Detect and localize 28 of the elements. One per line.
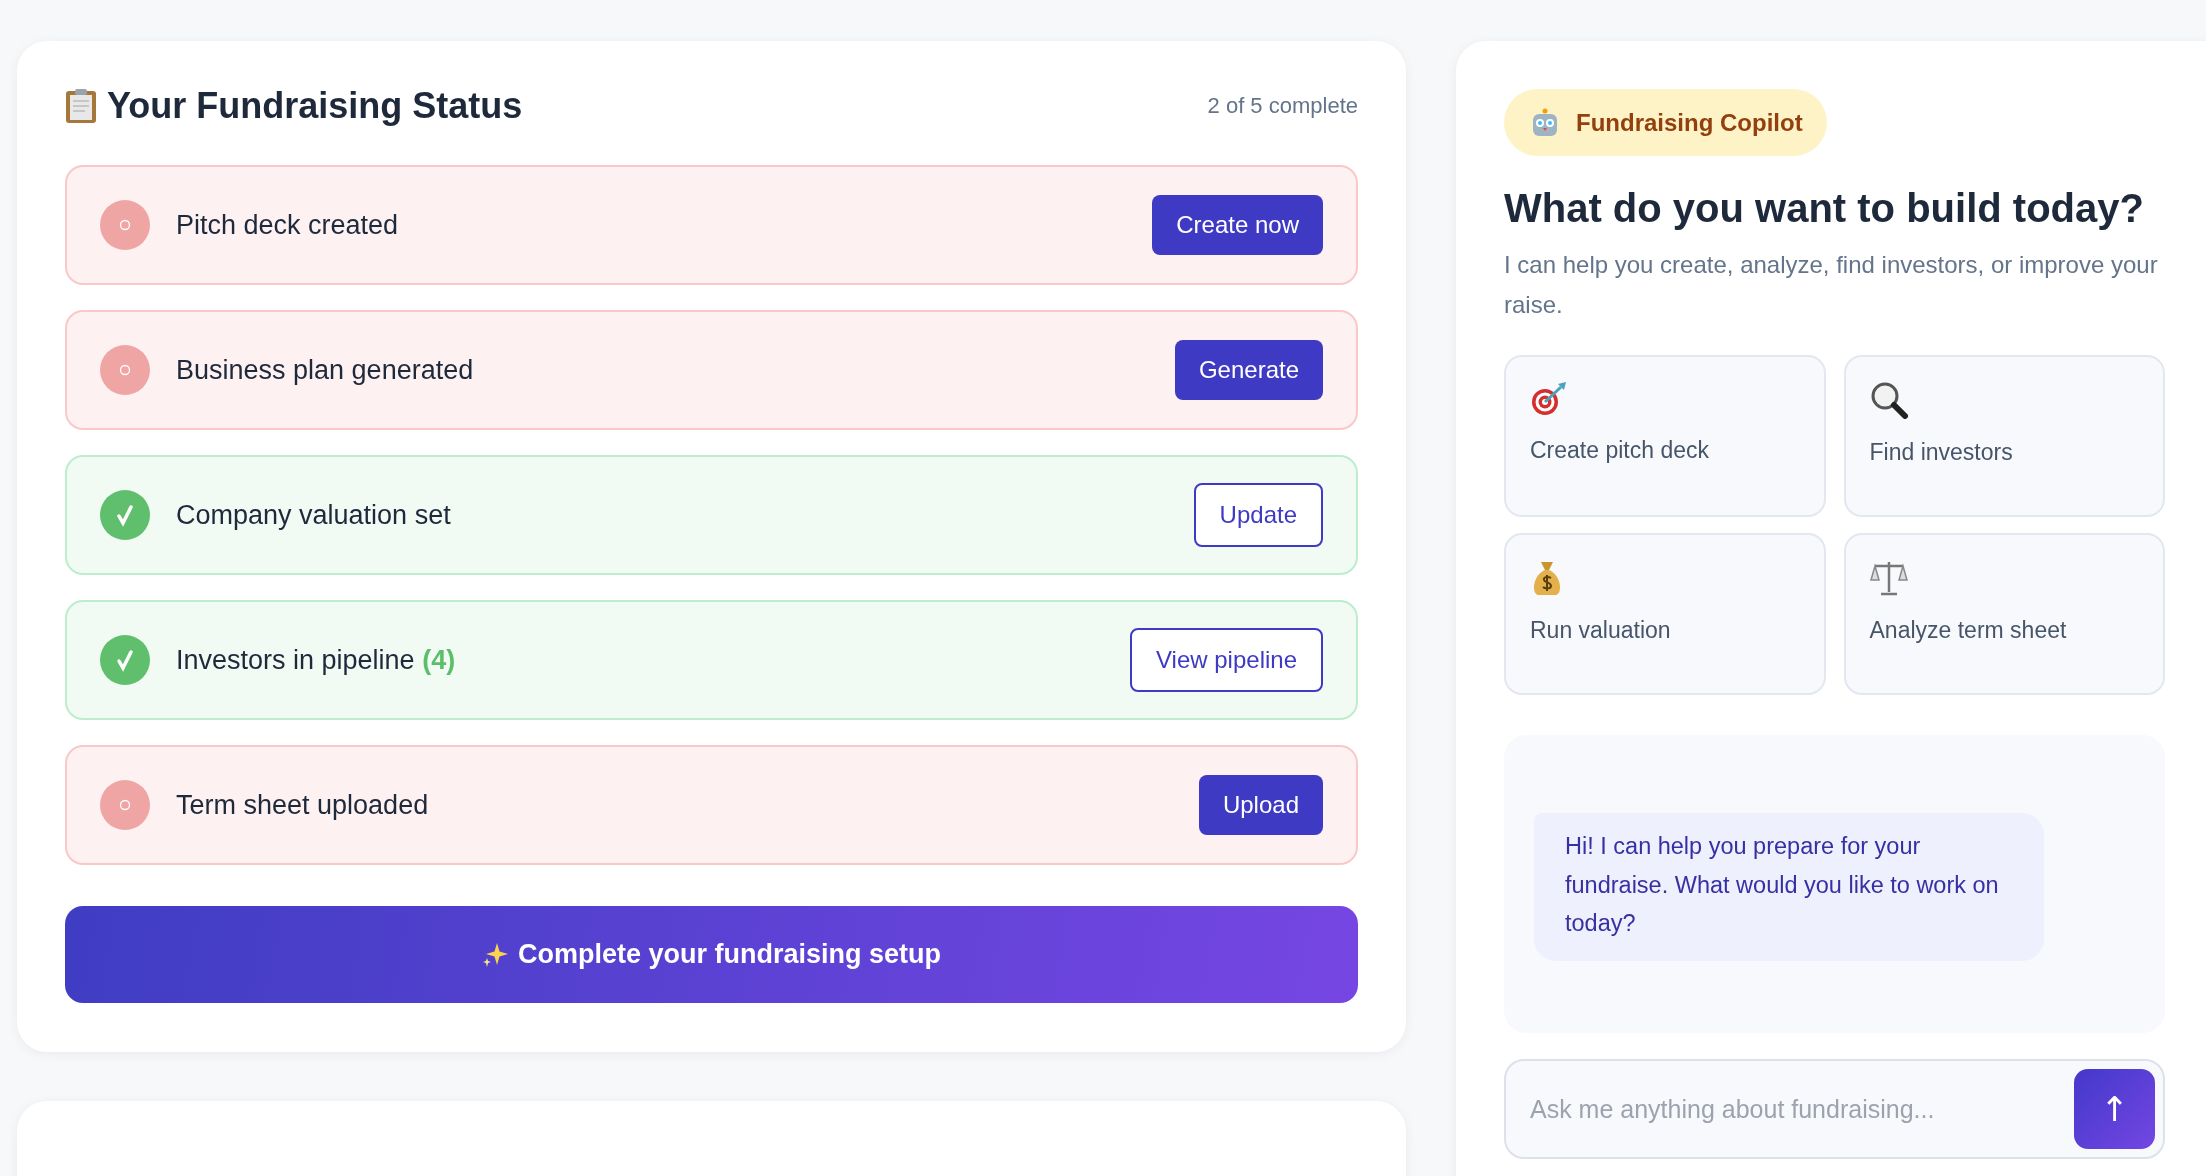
action-button[interactable]: Update [1193, 483, 1323, 547]
progress-text: 2 of 5 complete [1207, 93, 1358, 119]
scales-icon [1869, 559, 1908, 597]
item-label: Term sheet uploaded [176, 789, 430, 821]
action-button[interactable]: Generate [1174, 340, 1323, 400]
magnifier-icon [1869, 381, 1908, 419]
copilot-heading: What do you want to build today? [1504, 186, 2145, 231]
action-button[interactable]: View pipeline [1130, 628, 1323, 692]
action-button[interactable]: Upload [1198, 775, 1323, 835]
target-icon [1530, 381, 1568, 417]
quick-action-card[interactable]: Find investors [1843, 355, 2165, 517]
chat-message: Hi! I can help you prepare for your fundraise. What would you like to work on today? [1534, 813, 2044, 961]
item-label: Business plan generated [176, 354, 475, 386]
badge-label: Fundraising Copilot [1576, 108, 1803, 137]
quick-action-card[interactable]: Run valuation [1504, 533, 1826, 695]
setup-button[interactable]: Complete your fundraising setup [65, 906, 1358, 1003]
copilot-subtitle: I can help you create, analyze, find investors, or improve your raise. [1504, 250, 2159, 320]
send-button[interactable]: ↑ [2074, 1069, 2155, 1149]
chat-input[interactable]: Ask me anything about fundraising... ↑ [1504, 1059, 2165, 1159]
quick-action-card[interactable]: Analyze term sheet [1843, 533, 2165, 695]
status-title: Your Fundraising Status [107, 85, 523, 127]
item-label: Investors in pipeline (4) [176, 644, 457, 676]
robot-icon [1530, 107, 1560, 138]
item-label: Pitch deck created [176, 209, 400, 241]
clipboard-icon [65, 88, 97, 124]
action-button[interactable]: Create now [1152, 195, 1323, 255]
quick-action-card[interactable]: Create pitch deck [1504, 355, 1826, 517]
item-label: Company valuation set [176, 499, 452, 531]
